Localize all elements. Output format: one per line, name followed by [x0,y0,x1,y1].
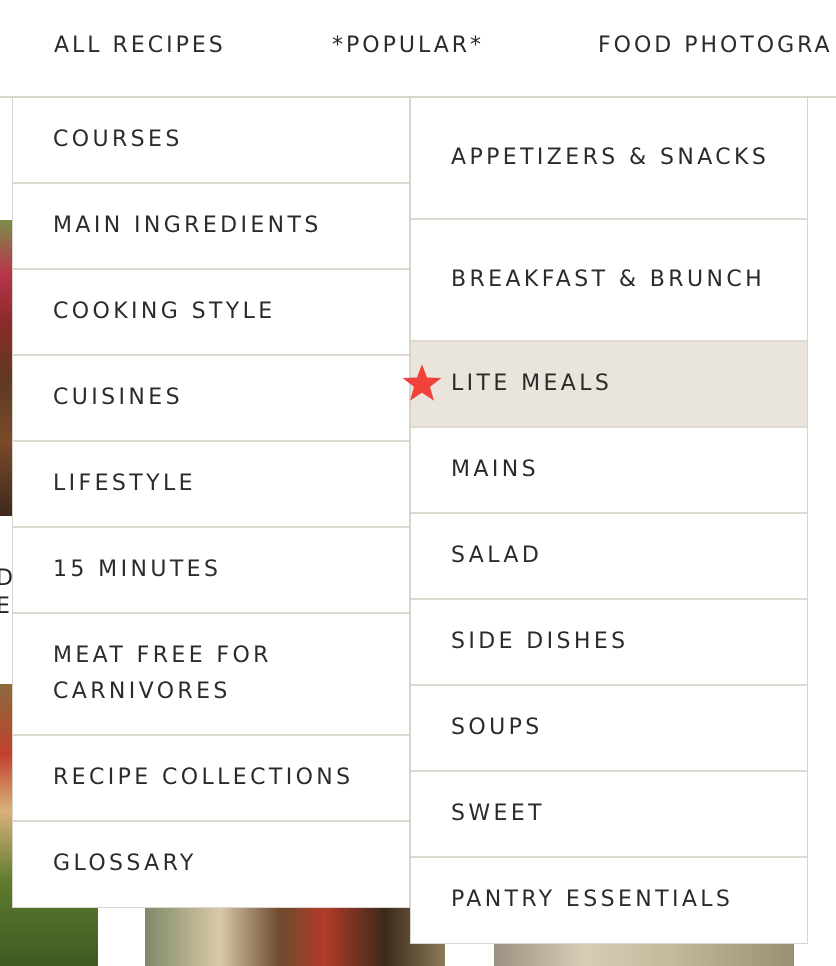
menu-item-cooking-style[interactable]: COOKING STYLE [13,270,409,356]
menu-item-label: SALAD [451,543,543,568]
menu-item-lifestyle[interactable]: LIFESTYLE [13,442,409,528]
menu-item-15-minutes[interactable]: 15 MINUTES [13,528,409,614]
star-icon [402,364,442,401]
submenu-item-side-dishes[interactable]: SIDE DISHES [411,600,807,686]
menu-item-label: PANTRY ESSENTIALS [451,887,734,912]
top-navigation: ALL RECIPES *POPULAR* FOOD PHOTOGRA [0,0,836,98]
menu-item-main-ingredients[interactable]: MAIN INGREDIENTS [13,184,409,270]
menu-item-recipe-collections[interactable]: RECIPE COLLECTIONS [13,736,409,822]
menu-item-label: 15 MINUTES [53,557,222,582]
nav-item-food-photography[interactable]: FOOD PHOTOGRA [598,33,833,58]
submenu-item-mains[interactable]: MAINS [411,428,807,514]
dropdown-submenu-courses: APPETIZERS & SNACKS BREAKFAST & BRUNCH L… [402,98,808,944]
menu-item-label: LIFESTYLE [53,471,196,496]
submenu-item-salad[interactable]: SALAD [411,514,807,600]
menu-item-label: GLOSSARY [53,851,197,876]
menu-item-label: MAIN INGREDIENTS [53,213,322,238]
page: D ES ALL RECIPES *POPULAR* FOOD PHOTOGRA… [0,0,836,966]
menu-item-cuisines[interactable]: CUISINES [13,356,409,442]
menu-item-label: LITE MEALS [451,371,613,396]
submenu-item-breakfast-brunch[interactable]: BREAKFAST & BRUNCH [411,220,807,342]
menu-item-label: APPETIZERS & SNACKS [451,145,770,170]
submenu-item-appetizers-snacks[interactable]: APPETIZERS & SNACKS [411,98,807,220]
menu-item-label: MAINS [451,457,539,482]
recipe-photo[interactable] [145,906,445,966]
dropdown-menu-categories: COURSES MAIN INGREDIENTS COOKING STYLE C… [12,98,410,908]
menu-item-label: SIDE DISHES [451,629,629,654]
menu-item-label: COURSES [53,127,183,152]
menu-item-label: MEAT FREE FOR CARNIVORES [53,643,272,704]
menu-item-glossary[interactable]: GLOSSARY [13,822,409,906]
menu-item-label: COOKING STYLE [53,299,276,324]
nav-item-popular[interactable]: *POPULAR* [332,33,484,58]
submenu-item-soups[interactable]: SOUPS [411,686,807,772]
menu-item-label: BREAKFAST & BRUNCH [451,267,766,292]
submenu-item-pantry-essentials[interactable]: PANTRY ESSENTIALS [411,858,807,942]
nav-item-all-recipes[interactable]: ALL RECIPES [54,33,226,58]
menu-item-meat-free[interactable]: MEAT FREE FOR CARNIVORES [13,614,409,736]
menu-item-label: SOUPS [451,715,543,740]
menu-item-label: RECIPE COLLECTIONS [53,765,354,790]
submenu-item-lite-meals[interactable]: LITE MEALS [402,342,807,428]
submenu-item-sweet[interactable]: SWEET [411,772,807,858]
menu-item-label: CUISINES [53,385,183,410]
menu-item-courses[interactable]: COURSES [13,98,409,184]
menu-item-label: SWEET [451,801,545,826]
